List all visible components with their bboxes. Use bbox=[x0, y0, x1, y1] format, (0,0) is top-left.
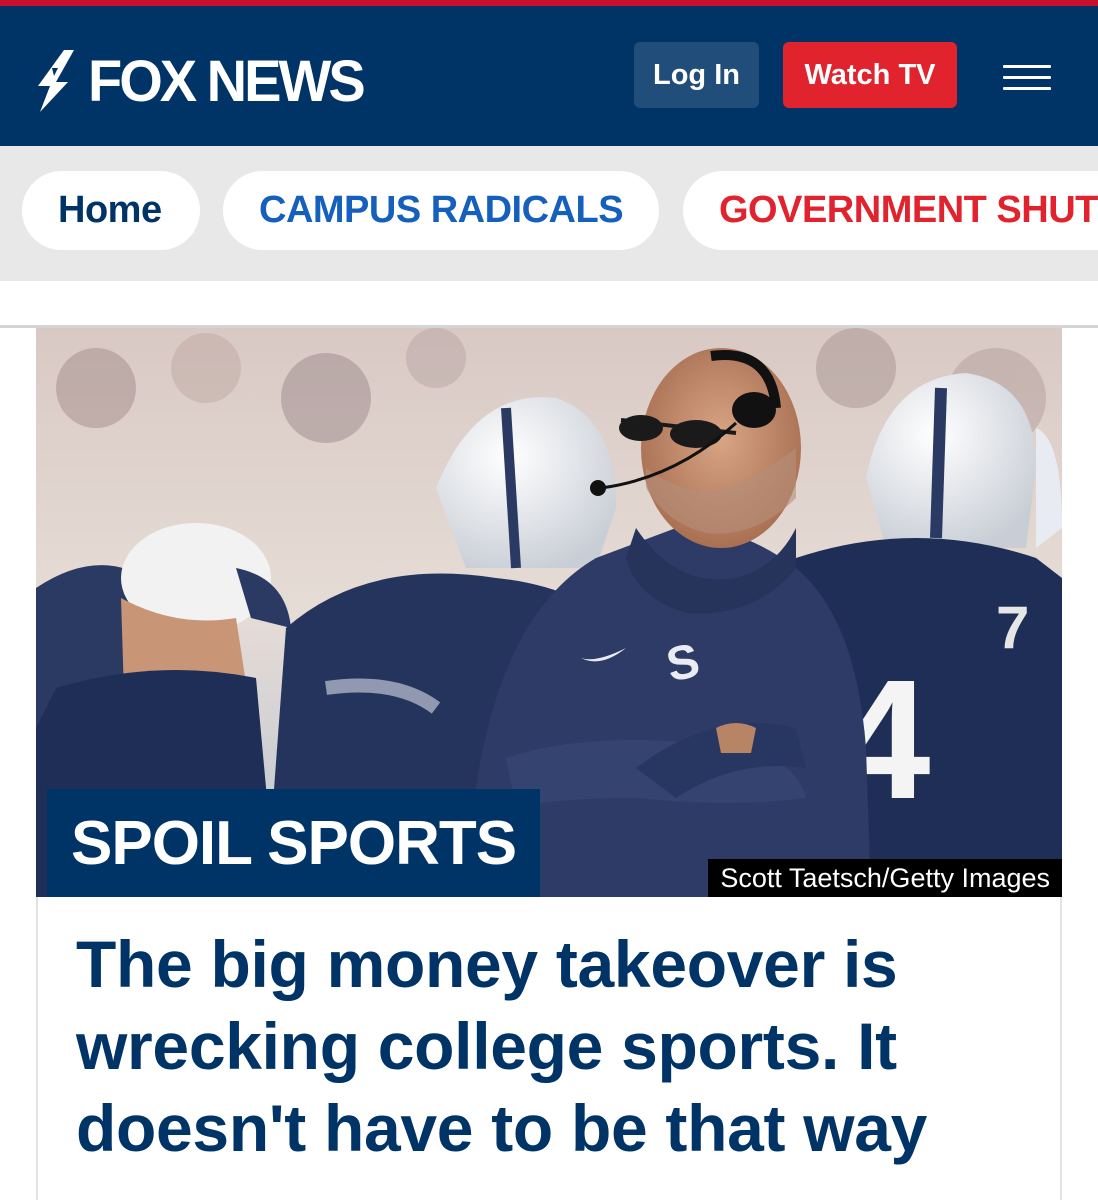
photo-credit: Scott Taetsch/Getty Images bbox=[708, 859, 1062, 897]
logo-text: FOX NEWS bbox=[88, 47, 366, 114]
svg-text:7: 7 bbox=[996, 594, 1029, 661]
site-header: FOX NEWS Log In Watch TV bbox=[0, 6, 1098, 146]
hero-kicker-label[interactable]: SPOIL SPORTS bbox=[47, 789, 541, 897]
hero-image[interactable]: 4 7 S SPOIL SPORTS Scott Taetsch/Getty I… bbox=[36, 328, 1062, 897]
nav-item-home[interactable]: Home bbox=[22, 171, 200, 250]
watch-tv-button[interactable]: Watch TV bbox=[783, 42, 957, 108]
topic-nav: Home CAMPUS RADICALS GOVERNMENT SHUT bbox=[0, 146, 1098, 281]
article-headline[interactable]: The big money takeover is wrecking colle… bbox=[76, 923, 1036, 1169]
fox-news-logo[interactable]: FOX NEWS bbox=[34, 46, 366, 116]
logo-lightning-icon bbox=[38, 50, 74, 112]
nav-item-campus-radicals[interactable]: CAMPUS RADICALS bbox=[223, 171, 659, 250]
article-card[interactable]: The big money takeover is wrecking colle… bbox=[36, 897, 1062, 1200]
login-button[interactable]: Log In bbox=[634, 42, 759, 108]
nav-item-government-shutdown[interactable]: GOVERNMENT SHUT bbox=[683, 171, 1098, 250]
hamburger-menu-icon[interactable] bbox=[1003, 62, 1051, 92]
